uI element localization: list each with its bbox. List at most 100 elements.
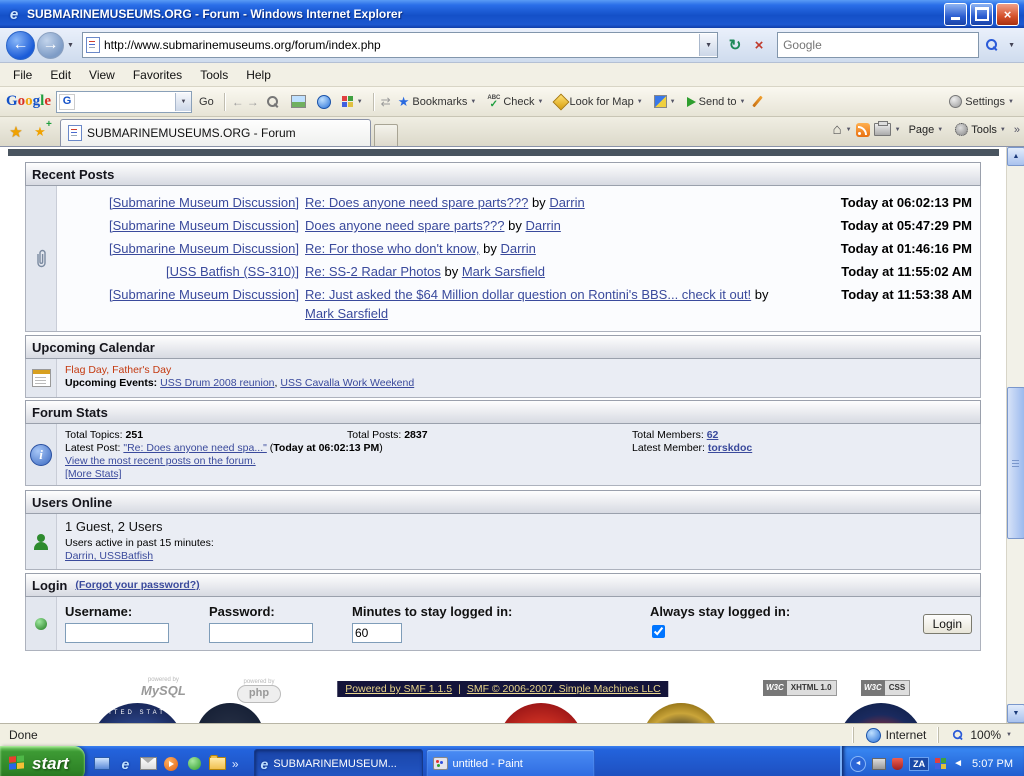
forgot-password-link[interactable]: (Forgot your password?) bbox=[75, 579, 199, 591]
next-result-icon[interactable]: → bbox=[247, 95, 259, 109]
login-button[interactable]: Login bbox=[923, 614, 972, 634]
task-submarinemuseums[interactable]: e SUBMARINEMUSEUM... bbox=[254, 749, 423, 776]
messenger-icon[interactable] bbox=[186, 755, 203, 772]
close-button[interactable]: × bbox=[996, 3, 1019, 26]
more-stats-link[interactable]: [More Stats] bbox=[65, 468, 122, 480]
minimize-button[interactable] bbox=[944, 3, 967, 26]
images-button[interactable] bbox=[287, 93, 310, 110]
username-field[interactable] bbox=[65, 623, 169, 643]
post-title-link[interactable]: Re: Does anyone need spare parts??? bbox=[305, 195, 528, 210]
menu-favorites[interactable]: Favorites bbox=[124, 65, 191, 85]
tray-app-icon[interactable] bbox=[935, 758, 947, 770]
vertical-scrollbar[interactable]: ▲ ▼ bbox=[1006, 147, 1024, 723]
poster-link[interactable]: Darrin bbox=[500, 241, 535, 256]
mail-icon[interactable] bbox=[140, 755, 157, 772]
print-icon[interactable] bbox=[874, 123, 891, 136]
poster-link[interactable]: Darrin bbox=[549, 195, 584, 210]
security-shield-icon[interactable] bbox=[892, 758, 903, 770]
go-button[interactable]: Go bbox=[195, 94, 218, 110]
refresh-button[interactable]: ↻ bbox=[723, 33, 747, 57]
powered-by-smf-link[interactable]: Powered by SMF 1.1.5 bbox=[345, 683, 452, 695]
view-recent-posts-link[interactable]: View the most recent posts on the forum. bbox=[65, 455, 256, 467]
volume-icon[interactable]: ◄ bbox=[953, 758, 963, 769]
maximize-button[interactable] bbox=[970, 3, 993, 26]
google-search-input[interactable]: G ▼ bbox=[56, 91, 192, 113]
google-search-dropdown[interactable]: ▼ bbox=[175, 93, 191, 111]
home-icon[interactable]: ⌂ bbox=[833, 122, 842, 137]
board-link[interactable]: [Submarine Museum Discussion] bbox=[109, 287, 299, 302]
search-input[interactable] bbox=[778, 38, 978, 52]
board-link[interactable]: [Submarine Museum Discussion] bbox=[109, 218, 299, 233]
menu-file[interactable]: File bbox=[4, 65, 41, 85]
taskbar-clock[interactable]: 5:07 PM bbox=[972, 758, 1013, 770]
internet-explorer-icon[interactable]: e bbox=[117, 755, 134, 772]
w3c-css-badge[interactable]: W3CCSS bbox=[861, 680, 910, 696]
spellcheck-button[interactable]: ABC✓Check▼ bbox=[483, 93, 547, 111]
media-player-icon[interactable] bbox=[163, 755, 180, 772]
php-logo[interactable]: powered byphp bbox=[237, 679, 281, 703]
latest-post-link[interactable]: "Re: Does anyone need spa..." bbox=[123, 442, 266, 454]
search-dropdown-icon[interactable]: ▼ bbox=[1005, 42, 1018, 49]
search-button[interactable] bbox=[979, 33, 1005, 57]
autofill-button[interactable] bbox=[752, 93, 763, 110]
tab-submarinemuseums[interactable]: SUBMARINEMUSEUMS.ORG - Forum bbox=[60, 119, 371, 146]
address-bar[interactable]: ▼ bbox=[82, 32, 718, 58]
board-link[interactable]: [Submarine Museum Discussion] bbox=[109, 195, 299, 210]
always-logged-in-checkbox[interactable] bbox=[652, 625, 665, 638]
language-indicator[interactable]: ZA bbox=[909, 757, 929, 771]
zoom-control[interactable]: 100% ▼ bbox=[938, 727, 1024, 743]
poster-link[interactable]: Mark Sarsfield bbox=[462, 264, 545, 279]
minutes-field[interactable] bbox=[352, 623, 402, 643]
command-overflow-chevron[interactable]: » bbox=[1014, 124, 1020, 136]
address-input[interactable] bbox=[100, 38, 699, 52]
safely-remove-hardware-icon[interactable] bbox=[872, 758, 886, 770]
tools-menu-button[interactable]: Tools▼ bbox=[951, 121, 1010, 138]
search-box[interactable] bbox=[777, 32, 979, 58]
menu-help[interactable]: Help bbox=[237, 65, 280, 85]
menu-edit[interactable]: Edit bbox=[41, 65, 80, 85]
address-dropdown[interactable]: ▼ bbox=[699, 34, 717, 56]
board-link[interactable]: [Submarine Museum Discussion] bbox=[109, 241, 299, 256]
folder-icon[interactable] bbox=[209, 755, 226, 772]
add-favorite-button[interactable]: ★+ bbox=[28, 120, 52, 144]
board-link[interactable]: [USS Batfish (SS-310)] bbox=[166, 264, 299, 279]
favorites-center-button[interactable]: ★ bbox=[4, 120, 28, 144]
prev-result-icon[interactable]: ← bbox=[232, 95, 244, 109]
back-button[interactable]: ← bbox=[6, 31, 35, 60]
total-members-link[interactable]: 62 bbox=[707, 429, 719, 441]
bookmarks-button[interactable]: ★Bookmarks▼ bbox=[394, 93, 481, 110]
password-field[interactable] bbox=[209, 623, 313, 643]
post-title-link[interactable]: Does anyone need spare parts??? bbox=[305, 218, 504, 233]
history-dropdown-icon[interactable]: ▼ bbox=[64, 42, 77, 49]
poster-link[interactable]: Mark Sarsfield bbox=[305, 306, 388, 321]
stop-button[interactable]: × bbox=[747, 33, 771, 57]
event-link[interactable]: USS Cavalla Work Weekend bbox=[280, 377, 414, 389]
post-title-link[interactable]: Re: SS-2 Radar Photos bbox=[305, 264, 441, 279]
apps-button[interactable]: ▼ bbox=[338, 94, 367, 110]
zoom-tool-button[interactable] bbox=[262, 93, 284, 111]
menu-view[interactable]: View bbox=[80, 65, 124, 85]
swap-arrows-icon[interactable]: ⇄ bbox=[381, 95, 391, 109]
event-link[interactable]: USS Drum 2008 reunion bbox=[160, 377, 274, 389]
mysql-logo[interactable]: powered byMySQL bbox=[141, 677, 186, 698]
settings-button[interactable]: Settings▼ bbox=[945, 93, 1018, 110]
active-users-links[interactable]: Darrin, USSBatfish bbox=[65, 550, 153, 562]
task-paint[interactable]: untitled - Paint bbox=[426, 749, 595, 776]
forward-button[interactable]: → bbox=[37, 32, 64, 59]
new-tab-stub[interactable] bbox=[374, 124, 398, 146]
show-desktop-icon[interactable] bbox=[94, 755, 111, 772]
print-dropdown-icon[interactable]: ▼ bbox=[895, 127, 901, 133]
latest-member-link[interactable]: torskdoc bbox=[708, 442, 752, 454]
web-button[interactable] bbox=[313, 93, 335, 111]
send-to-button[interactable]: Send to▼ bbox=[683, 94, 750, 110]
scroll-up-button[interactable]: ▲ bbox=[1007, 147, 1024, 166]
start-button[interactable]: start bbox=[0, 746, 85, 776]
home-dropdown-icon[interactable]: ▼ bbox=[846, 127, 852, 133]
post-title-link[interactable]: Re: For those who don't know, bbox=[305, 241, 479, 256]
hide-tray-icons-button[interactable]: ◄ bbox=[850, 756, 866, 772]
smf-copyright-link[interactable]: SMF © 2006-2007, Simple Machines LLC bbox=[467, 683, 661, 695]
look-for-map-button[interactable]: Look for Map▼ bbox=[551, 94, 647, 110]
post-title-link[interactable]: Re: Just asked the $64 Million dollar qu… bbox=[305, 287, 751, 302]
rss-feed-icon[interactable] bbox=[856, 123, 870, 137]
highlight-button[interactable]: ▼ bbox=[650, 93, 680, 110]
